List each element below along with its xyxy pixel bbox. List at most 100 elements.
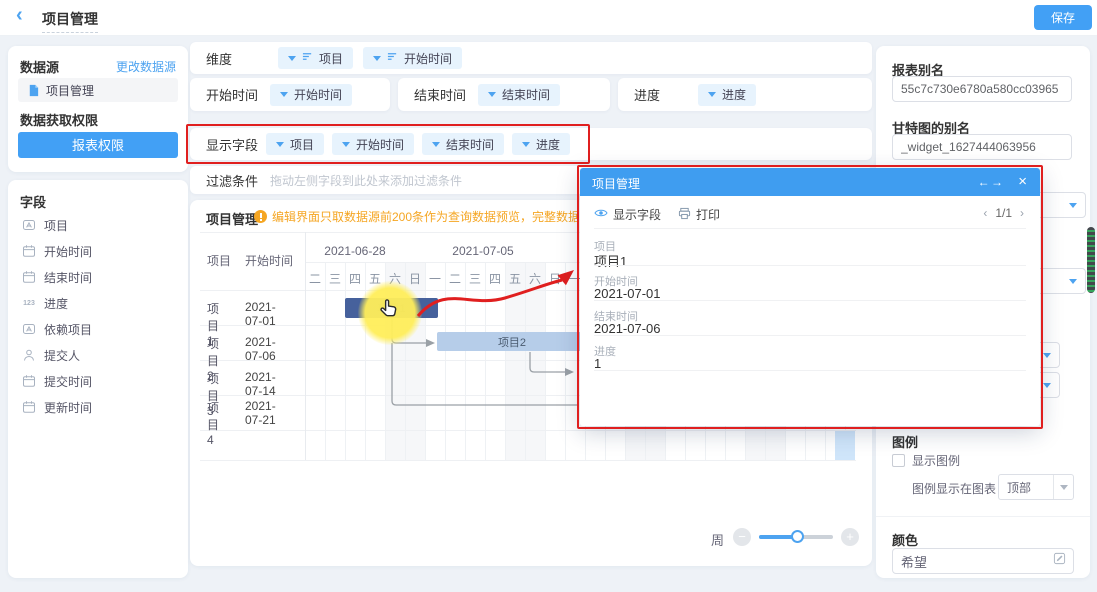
- zoom-slider-handle[interactable]: [791, 530, 804, 543]
- page-title[interactable]: 项目管理: [42, 9, 98, 33]
- legend-position-label: 图例显示在图表: [912, 480, 996, 497]
- chevron-down-icon: [432, 142, 440, 147]
- field-item[interactable]: 结束时间: [20, 264, 92, 290]
- dataset-item[interactable]: 项目管理: [18, 78, 178, 102]
- display-fields-label: 显示字段: [206, 135, 258, 154]
- zoom-in-button[interactable]: +: [841, 528, 859, 546]
- mapping-tag[interactable]: 结束时间: [478, 84, 560, 106]
- chevron-down-icon: [373, 56, 381, 61]
- permission-title: 数据获取权限: [20, 110, 98, 129]
- display-field-tag[interactable]: 开始时间: [332, 133, 414, 155]
- expand-icon[interactable]: ← →: [978, 175, 1002, 189]
- close-icon[interactable]: ×: [1018, 173, 1027, 190]
- change-datasource-link[interactable]: 更改数据源: [116, 58, 176, 75]
- gantt-bar-project2[interactable]: 项目2: [437, 332, 587, 351]
- field-item[interactable]: 提交人: [20, 342, 92, 368]
- display-field-tag[interactable]: 进度: [512, 133, 570, 155]
- field-label: 提交人: [44, 347, 80, 364]
- mapping-tag[interactable]: 开始时间: [270, 84, 352, 106]
- mapping-tag[interactable]: 进度: [698, 84, 756, 106]
- tag-label: 开始时间: [294, 86, 342, 103]
- chevron-down-icon: [1060, 485, 1068, 490]
- record-detail-dialog: 项目管理 ← → × 显示字段 打印 ‹ 1/1 › 项目 项目1 开始时间 2…: [580, 168, 1040, 426]
- field-label: 依赖项目: [44, 321, 92, 338]
- report-alias-input[interactable]: [892, 76, 1072, 102]
- tag-label: 开始时间: [404, 50, 452, 67]
- sort-icon: [387, 51, 398, 65]
- fields-title: 字段: [20, 192, 46, 211]
- datasource-title: 数据源: [20, 57, 59, 76]
- divider: [594, 228, 1026, 229]
- detail-field-value: 1: [594, 356, 601, 371]
- dialog-pagination: ‹ 1/1 ›: [983, 206, 1024, 220]
- gantt-bar-project1[interactable]: 项目1: [345, 298, 438, 318]
- field-item[interactable]: 开始时间: [20, 238, 92, 264]
- start-cell: 2021-07-14: [245, 370, 276, 398]
- divider: [594, 335, 1026, 336]
- day-label: 三: [465, 270, 485, 287]
- select-caret-box: [1053, 475, 1073, 499]
- display-field-tag[interactable]: 项目: [266, 133, 324, 155]
- show-legend-checkbox[interactable]: [892, 454, 905, 467]
- day-label: 日: [545, 270, 565, 287]
- start-cell: 2021-07-01: [245, 300, 276, 328]
- day-label: 六: [525, 270, 545, 287]
- report-designer: ‹ 项目管理 保存 数据源 更改数据源 项目管理 数据获取权限 报表权限 字段 …: [0, 0, 1097, 592]
- field-item[interactable]: 依赖项目: [20, 316, 92, 342]
- scrollbar-thumb[interactable]: [1087, 227, 1095, 293]
- start-cell: 2021-07-21: [245, 399, 276, 427]
- week-label: 2021-06-28: [305, 244, 405, 258]
- color-scheme-input[interactable]: 希望: [892, 548, 1074, 574]
- divider: [594, 265, 1026, 266]
- save-button[interactable]: 保存: [1034, 5, 1092, 30]
- eye-icon: [594, 206, 608, 223]
- column-header-start: 开始时间: [245, 252, 293, 269]
- dimension-tag[interactable]: 开始时间: [363, 47, 462, 69]
- start-cell: 2021-07-06: [245, 335, 276, 363]
- chevron-down-icon: [1069, 203, 1077, 208]
- back-icon[interactable]: ‹: [16, 4, 23, 27]
- prev-page-icon[interactable]: ‹: [983, 206, 987, 220]
- day-label: 四: [345, 270, 365, 287]
- page-indicator: 1/1: [995, 206, 1012, 220]
- print-button[interactable]: 打印: [678, 206, 720, 223]
- filter-dropzone[interactable]: 拖动左侧字段到此处来添加过滤条件: [270, 172, 462, 189]
- divider: [594, 370, 1026, 371]
- text-field-icon: [22, 218, 36, 232]
- detail-field-value: 2021-07-06: [594, 321, 661, 336]
- gantt-day-header: 二三四五六日一二三四五六日一: [305, 270, 585, 287]
- gantt-alias-input[interactable]: [892, 134, 1072, 160]
- zoom-out-button[interactable]: −: [733, 528, 751, 546]
- field-item[interactable]: 123 进度: [20, 290, 92, 316]
- field-item[interactable]: 项目: [20, 212, 92, 238]
- person-icon: [22, 348, 36, 362]
- display-field-tag[interactable]: 结束时间: [422, 133, 504, 155]
- zoom-unit-label: 周: [711, 530, 724, 549]
- divider: [305, 232, 306, 460]
- field-label: 结束时间: [44, 269, 92, 286]
- print-label: 打印: [696, 206, 720, 223]
- progress-mapping: 进度 进度: [618, 78, 872, 111]
- calendar-icon: [22, 270, 36, 284]
- field-label: 提交时间: [44, 373, 92, 390]
- day-label: 五: [365, 270, 385, 287]
- tag-label: 项目: [319, 50, 343, 67]
- tag-label: 进度: [722, 86, 746, 103]
- edit-icon[interactable]: [1053, 552, 1073, 570]
- filter-label: 过滤条件: [206, 171, 258, 190]
- show-fields-button[interactable]: 显示字段: [594, 206, 661, 223]
- printer-icon: [678, 207, 691, 223]
- color-scheme-value: 希望: [893, 552, 1053, 571]
- notice-text: 编辑界面只取数据源前200条作为查询数据预览，完整数据请访: [272, 208, 578, 225]
- legend-position-select[interactable]: 顶部: [998, 474, 1074, 500]
- mapping-label: 开始时间: [206, 85, 270, 104]
- field-list: 项目 开始时间 结束时间 123 进度 依赖项目 提交人: [20, 212, 92, 420]
- next-page-icon[interactable]: ›: [1020, 206, 1024, 220]
- field-item[interactable]: 更新时间: [20, 394, 92, 420]
- chevron-down-icon: [708, 92, 716, 97]
- day-label: 二: [445, 270, 465, 287]
- chevron-down-icon: [488, 92, 496, 97]
- field-item[interactable]: 提交时间: [20, 368, 92, 394]
- dimension-tag[interactable]: 项目: [278, 47, 353, 69]
- report-permission-button[interactable]: 报表权限: [18, 132, 178, 158]
